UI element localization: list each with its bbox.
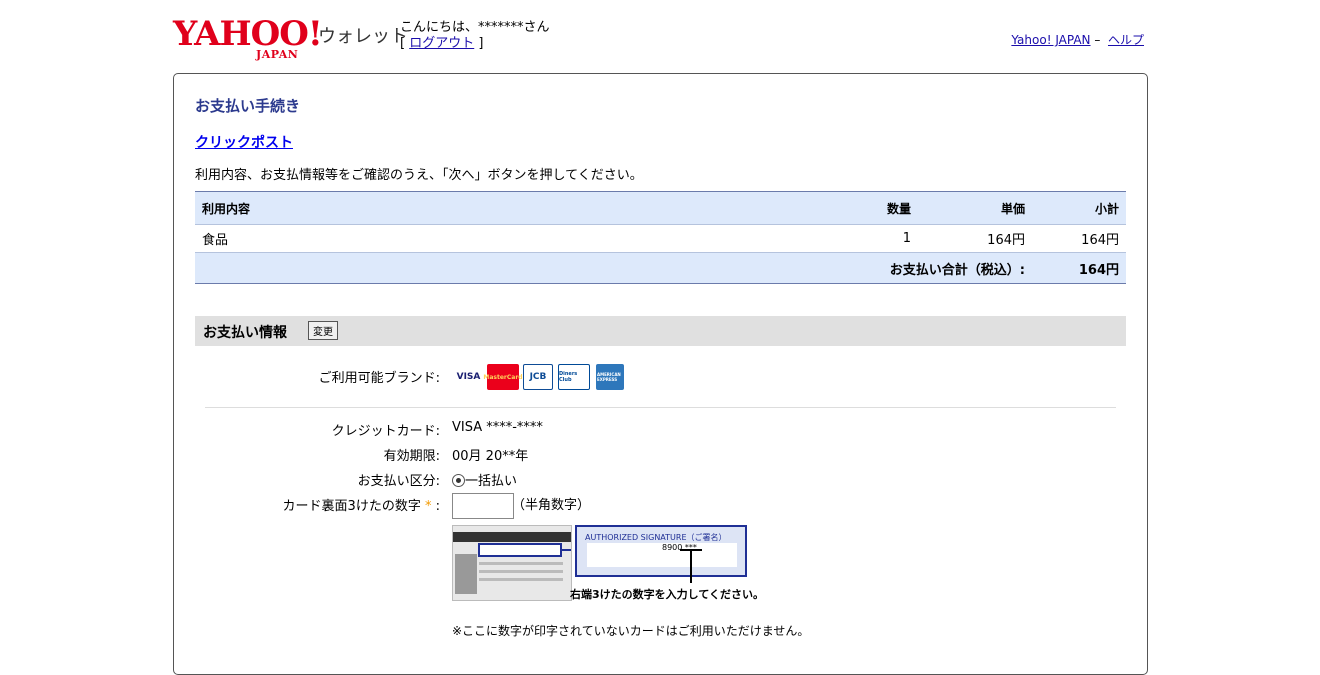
col-unit-price: 単価	[918, 191, 1032, 225]
item-subtotal: 164円	[1081, 233, 1119, 248]
diners-club-logo: Diners Club	[558, 364, 590, 390]
cvc-colon: :	[435, 499, 440, 514]
item-qty: 1	[902, 231, 911, 246]
top-links: Yahoo! JAPAN – ヘルプ	[1011, 31, 1144, 48]
yahoo-japan-link[interactable]: Yahoo! JAPAN	[1011, 33, 1090, 47]
card-back-icon	[453, 532, 576, 594]
amex-logo: AMERICAN EXPRESS	[596, 364, 624, 390]
cvc-label: カード裏面3けたの数字	[282, 499, 421, 514]
expiry-label: 有効期限:	[383, 449, 440, 464]
order-table: 利用内容 数量 単価 小計 食品 1 164円 164円 お支払い合計（税込）:…	[195, 191, 1126, 284]
signature-caption: AUTHORIZED SIGNATURE（ご署名）	[585, 533, 727, 542]
logo-sub: JAPAN	[256, 48, 299, 61]
change-button[interactable]: 変更	[308, 321, 338, 340]
footnote: ※ここに数字が印字されていないカードはご利用いただけません。	[452, 624, 810, 638]
method-option[interactable]: 一括払い	[452, 470, 517, 489]
signature-number: 8900 ***	[587, 543, 737, 567]
cvc-hint: （半角数字）	[512, 498, 591, 513]
total-label: お支払い合計（税込）:	[195, 252, 1032, 284]
cvc-input[interactable]	[452, 493, 514, 519]
payment-section-title: お支払い情報	[203, 325, 287, 341]
method-label: お支払い区分:	[357, 474, 440, 489]
method-value: 一括払い	[465, 474, 518, 489]
divider	[205, 407, 1116, 408]
total-row: お支払い合計（税込）: 164円	[195, 252, 1126, 284]
card-back-image	[452, 525, 576, 601]
table-row: 食品 1 164円 164円	[195, 225, 1126, 253]
card-value: VISA ****-****	[452, 420, 543, 435]
total-value: 164円	[1032, 252, 1126, 284]
service-name: ウォレット	[318, 26, 408, 47]
expiry-value: 00月 20**年	[452, 449, 529, 464]
cvc-caption: 右端3けたの数字を入力してください。	[570, 588, 764, 601]
col-subtotal: 小計	[1032, 191, 1126, 225]
cvc-label-group: カード裏面3けたの数字 * :	[283, 495, 440, 514]
col-qty: 数量	[829, 191, 918, 225]
card-label: クレジットカード:	[331, 424, 440, 439]
logo-text: YAHOO!	[173, 14, 323, 54]
page-title: お支払い手続き	[195, 97, 301, 115]
user-greeting: こんにちは、*******さん [ ログアウト ]	[400, 20, 550, 51]
logout-link[interactable]: ログアウト	[409, 36, 474, 51]
help-link[interactable]: ヘルプ	[1108, 33, 1144, 47]
radio-selected-icon[interactable]	[452, 474, 465, 487]
yahoo-japan-logo[interactable]: YAHOO! JAPAN	[173, 16, 323, 61]
instruction-text: 利用内容、お支払情報等をご確認のうえ、「次へ」ボタンを押してください。	[195, 168, 643, 183]
payment-section-header: お支払い情報 変更	[195, 316, 1126, 346]
item-name: 食品	[202, 233, 229, 248]
required-asterisk: *	[424, 499, 432, 514]
pointer-line	[690, 550, 692, 583]
link-separator: –	[1094, 33, 1101, 47]
brands-label: ご利用可能ブランド:	[318, 371, 440, 386]
table-header-row: 利用内容 数量 単価 小計	[195, 191, 1126, 225]
item-unit-price: 164円	[987, 233, 1025, 248]
signature-panel-zoom: AUTHORIZED SIGNATURE（ご署名） 8900 ***	[575, 525, 747, 577]
jcb-logo: JCB	[523, 364, 553, 390]
visa-logo: VISA	[456, 372, 481, 382]
greeting-text: こんにちは、*******さん	[400, 20, 550, 35]
service-link[interactable]: クリックポスト	[195, 135, 293, 151]
col-item: 利用内容	[195, 191, 829, 225]
mastercard-logo: MasterCard	[483, 364, 523, 390]
